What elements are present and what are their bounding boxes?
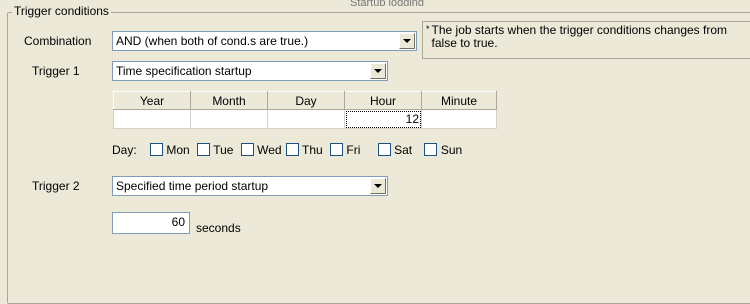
period-seconds-input[interactable]: 60 [112, 212, 190, 234]
weekday-mon[interactable]: Mon [150, 142, 190, 158]
trigger2-label: Trigger 2 [32, 179, 80, 193]
cut-off-text: Startup logging [350, 0, 424, 6]
column-header-day: Day [267, 91, 345, 110]
combination-dropdown-button[interactable] [399, 33, 415, 49]
combination-label: Combination [24, 34, 92, 48]
weekday-label: Fri [346, 143, 361, 157]
checkbox[interactable] [424, 143, 438, 156]
weekday-sat[interactable]: Sat [377, 142, 413, 158]
column-header-month: Month [190, 91, 268, 110]
weekday-wed[interactable]: Wed [240, 142, 282, 158]
year-cell[interactable] [113, 109, 191, 129]
trigger1-label: Trigger 1 [32, 64, 80, 78]
group-title: Trigger conditions [12, 3, 111, 19]
weekday-row: Day: Mon Tue Wed Thu Fri Sat Sun [112, 142, 462, 158]
weekday-tue[interactable]: Tue [197, 142, 233, 158]
trigger2-value: Specified time period startup [116, 179, 269, 193]
day-label: Day: [112, 143, 137, 157]
checkbox[interactable] [240, 143, 254, 156]
trigger1-dropdown-button[interactable] [370, 63, 386, 79]
minute-cell[interactable] [421, 109, 497, 129]
weekday-label: Wed [257, 143, 282, 157]
chevron-down-icon [403, 39, 411, 43]
checkbox[interactable] [197, 143, 211, 156]
checkbox[interactable] [150, 143, 164, 156]
weekday-sun[interactable]: Sun [424, 142, 462, 158]
trigger2-select[interactable]: Specified time period startup [112, 176, 388, 196]
checkbox[interactable] [330, 143, 344, 156]
month-cell[interactable] [190, 109, 268, 129]
checkbox[interactable] [377, 143, 391, 156]
weekday-label: Sat [394, 143, 413, 157]
combination-select[interactable]: AND (when both of cond.s are true.) [112, 31, 417, 51]
trigger2-dropdown-button[interactable] [370, 178, 386, 194]
weekday-label: Tue [213, 143, 234, 157]
checkbox[interactable] [285, 143, 299, 156]
note-text: The job starts when the trigger conditio… [431, 23, 728, 50]
period-value: 60 [171, 215, 185, 229]
note-asterisk: * [426, 24, 430, 34]
trigger-note: * The job starts when the trigger condit… [422, 21, 750, 59]
time-spec-table: Year Month Day Hour Minute 12 [113, 91, 497, 129]
day-cell[interactable] [267, 109, 345, 129]
combination-value: AND (when both of cond.s are true.) [116, 34, 309, 48]
table-row: 12 [113, 109, 497, 129]
weekday-label: Thu [302, 143, 323, 157]
column-header-minute: Minute [421, 91, 497, 110]
trigger1-select[interactable]: Time specification startup [112, 61, 388, 81]
column-header-year: Year [113, 91, 191, 110]
seconds-label: seconds [196, 221, 241, 235]
chevron-down-icon [374, 184, 382, 188]
weekday-thu[interactable]: Thu [285, 142, 323, 158]
trigger1-value: Time specification startup [116, 64, 252, 78]
weekday-label: Mon [166, 143, 190, 157]
weekday-fri[interactable]: Fri [330, 142, 360, 158]
column-header-hour: Hour [344, 91, 422, 110]
chevron-down-icon [374, 69, 382, 73]
hour-cell[interactable]: 12 [344, 109, 422, 129]
weekday-label: Sun [440, 143, 463, 157]
